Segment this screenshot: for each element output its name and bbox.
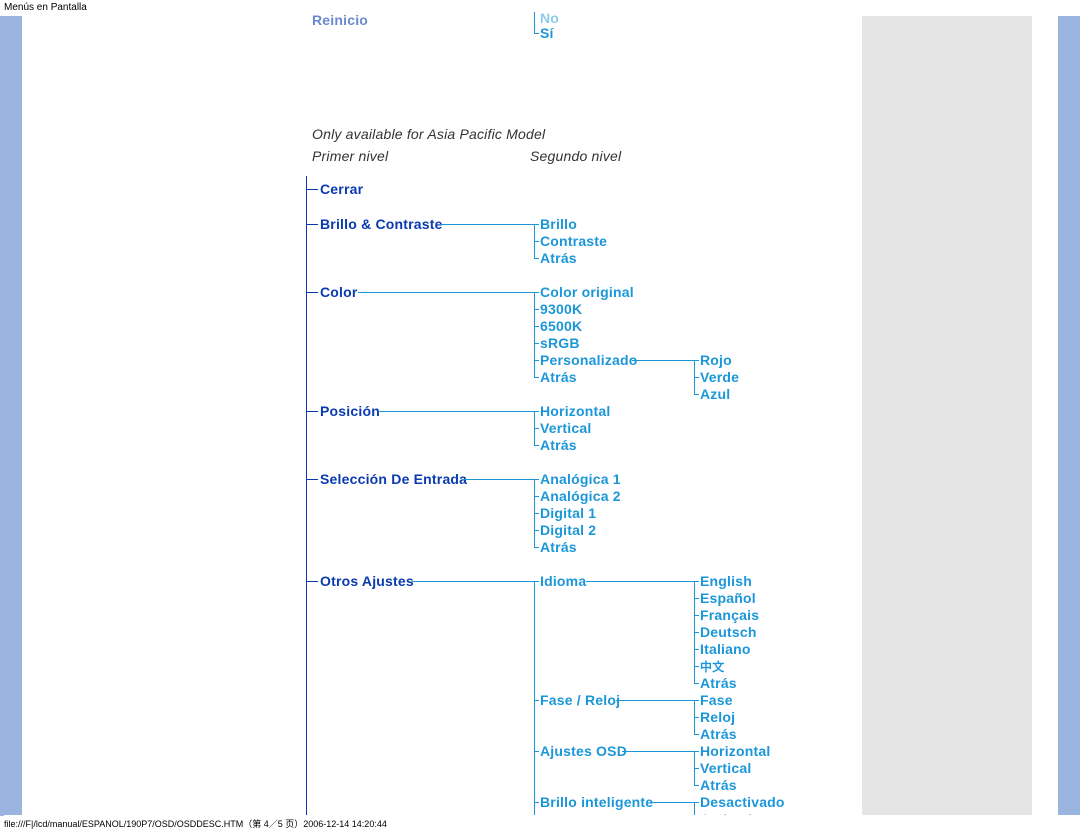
cut-si: Sí — [540, 25, 554, 41]
ent-ana2: Analógica 2 — [540, 488, 621, 504]
pos-atras: Atrás — [540, 437, 577, 453]
otros-osd: Ajustes OSD — [540, 743, 627, 759]
cut-reinicio: Reinicio — [312, 12, 368, 28]
lang-es: Español — [700, 590, 756, 606]
fase-reloj: Reloj — [700, 709, 735, 725]
osd-atras: Atrás — [700, 777, 737, 793]
l1-cerrar: Cerrar — [320, 181, 363, 197]
content-area: Reinicio No Sí Only available for Asia P… — [32, 16, 862, 816]
color3-rojo: Rojo — [700, 352, 732, 368]
l1-entrada: Selección De Entrada — [320, 471, 467, 487]
fase-atras: Atrás — [700, 726, 737, 742]
l1-posicion: Posición — [320, 403, 380, 419]
pos-horiz: Horizontal — [540, 403, 610, 419]
color-sub-srgb: sRGB — [540, 335, 580, 351]
header-note: Only available for Asia Pacific Model — [312, 126, 545, 142]
lang-atras: Atrás — [700, 675, 737, 691]
col1-header: Primer nivel — [312, 148, 388, 164]
footer-path: file:///F|/lcd/manual/ESPANOL/190P7/OSD/… — [4, 815, 1080, 832]
color-sub-9300: 9300K — [540, 301, 582, 317]
color-sub-original: Color original — [540, 284, 634, 300]
otros-idioma: Idioma — [540, 573, 586, 589]
lang-fr: Français — [700, 607, 759, 623]
color3-verde: Verde — [700, 369, 739, 385]
col2-header: Segundo nivel — [530, 148, 621, 164]
page-body: Reinicio No Sí Only available for Asia P… — [0, 16, 1080, 816]
osd-horiz: Horizontal — [700, 743, 770, 759]
lang-en: English — [700, 573, 752, 589]
otros-brillo-int: Brillo inteligente — [540, 794, 653, 810]
color-sub-personal: Personalizado — [540, 352, 638, 368]
ent-dig1: Digital 1 — [540, 505, 596, 521]
brillo-sub-brillo: Brillo — [540, 216, 577, 232]
lang-de: Deutsch — [700, 624, 757, 640]
fase-fase: Fase — [700, 692, 733, 708]
lang-it: Italiano — [700, 641, 751, 657]
page-title: Menús en Pantalla — [4, 0, 87, 15]
l1-brillo-contraste: Brillo & Contraste — [320, 216, 443, 232]
l1-color: Color — [320, 284, 358, 300]
bi-desact: Desactivado — [700, 794, 785, 810]
otros-fase: Fase / Reloj — [540, 692, 620, 708]
l1-otros: Otros Ajustes — [320, 573, 414, 589]
ent-ana1: Analógica 1 — [540, 471, 621, 487]
left-blue-bar — [0, 16, 22, 816]
color3-azul: Azul — [700, 386, 730, 402]
pos-vert: Vertical — [540, 420, 591, 436]
ent-dig2: Digital 2 — [540, 522, 596, 538]
right-grey-col — [862, 16, 1032, 816]
color-sub-atras: Atrás — [540, 369, 577, 385]
color-sub-6500: 6500K — [540, 318, 582, 334]
cut-no: No — [540, 10, 559, 26]
right-blue-bar — [1058, 16, 1080, 816]
brillo-sub-atras: Atrás — [540, 250, 577, 266]
lang-zh: 中文 — [700, 659, 724, 675]
brillo-sub-contraste: Contraste — [540, 233, 607, 249]
osd-vert: Vertical — [700, 760, 751, 776]
ent-atras: Atrás — [540, 539, 577, 555]
